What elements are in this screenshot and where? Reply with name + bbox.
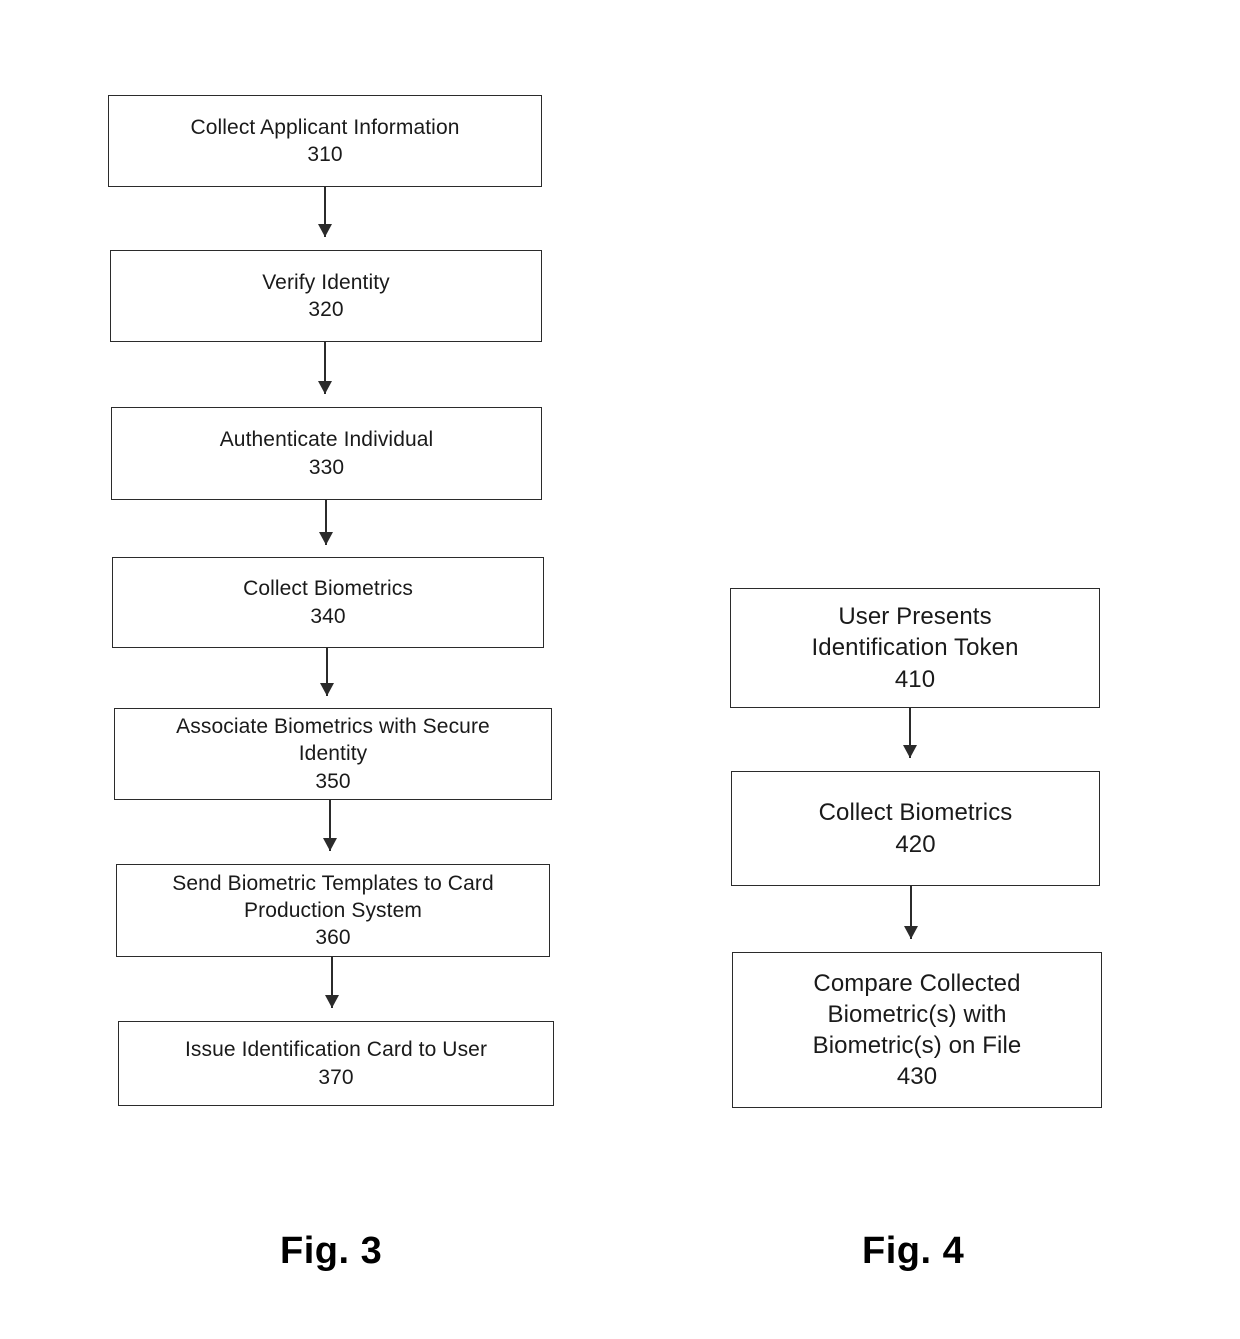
flow-node-320-ref: 320 xyxy=(308,298,344,321)
flow-node-420-label: Collect Biometrics xyxy=(818,799,1013,827)
arrowhead-icon xyxy=(904,926,918,939)
flow-node-360-label: Send Biometric Templates to Card Product… xyxy=(172,871,494,922)
flow-node-360-ref: 360 xyxy=(315,926,351,950)
flow-node-360: Send Biometric Templates to Card Product… xyxy=(116,864,550,957)
flow-node-370: Issue Identification Card to User 370 xyxy=(118,1021,554,1106)
flow-node-330: Authenticate Individual 330 xyxy=(111,407,542,500)
flow-node-310: Collect Applicant Information 310 xyxy=(108,95,542,187)
arrowhead-icon xyxy=(325,995,339,1008)
flow-node-410-label: User Presents Identification Token xyxy=(811,603,1019,662)
flow-node-430: Compare Collected Biometric(s) with Biom… xyxy=(732,952,1102,1108)
flow-node-340-label: Collect Biometrics xyxy=(243,577,413,601)
flow-node-330-label: Authenticate Individual xyxy=(219,428,434,452)
flow-node-410: User Presents Identification Token 410 xyxy=(730,588,1100,708)
flow-node-430-label: Compare Collected Biometric(s) with Biom… xyxy=(812,969,1022,1059)
arrowhead-icon xyxy=(318,381,332,394)
flow-node-340: Collect Biometrics 340 xyxy=(112,557,544,648)
flow-node-350: Associate Biometrics with Secure Identit… xyxy=(114,708,552,800)
flow-node-310-label: Collect Applicant Information xyxy=(190,115,460,139)
figure-3-caption: Fig. 3 xyxy=(280,1230,383,1272)
flow-node-420: Collect Biometrics 420 xyxy=(731,771,1100,886)
arrowhead-icon xyxy=(318,224,332,237)
arrowhead-icon xyxy=(319,532,333,545)
flow-node-350-label: Associate Biometrics with Secure Identit… xyxy=(176,715,490,766)
flow-node-350-ref: 350 xyxy=(315,769,351,793)
flow-node-370-ref: 370 xyxy=(318,1065,354,1089)
flow-node-330-ref: 330 xyxy=(308,455,345,479)
flow-node-420-ref: 420 xyxy=(895,830,936,858)
flow-node-430-ref: 430 xyxy=(896,1063,938,1091)
figure-4-caption: Fig. 4 xyxy=(862,1230,965,1272)
arrowhead-icon xyxy=(903,745,917,758)
flow-node-410-ref: 410 xyxy=(894,665,936,693)
flow-node-370-label: Issue Identification Card to User xyxy=(184,1038,488,1062)
arrowhead-icon xyxy=(320,683,334,696)
flow-node-320: Verify Identity 320 xyxy=(110,250,542,342)
flow-node-340-ref: 340 xyxy=(310,604,346,628)
flow-node-310-ref: 310 xyxy=(307,143,343,166)
arrowhead-icon xyxy=(323,838,337,851)
flow-node-320-label: Verify Identity xyxy=(262,270,390,294)
